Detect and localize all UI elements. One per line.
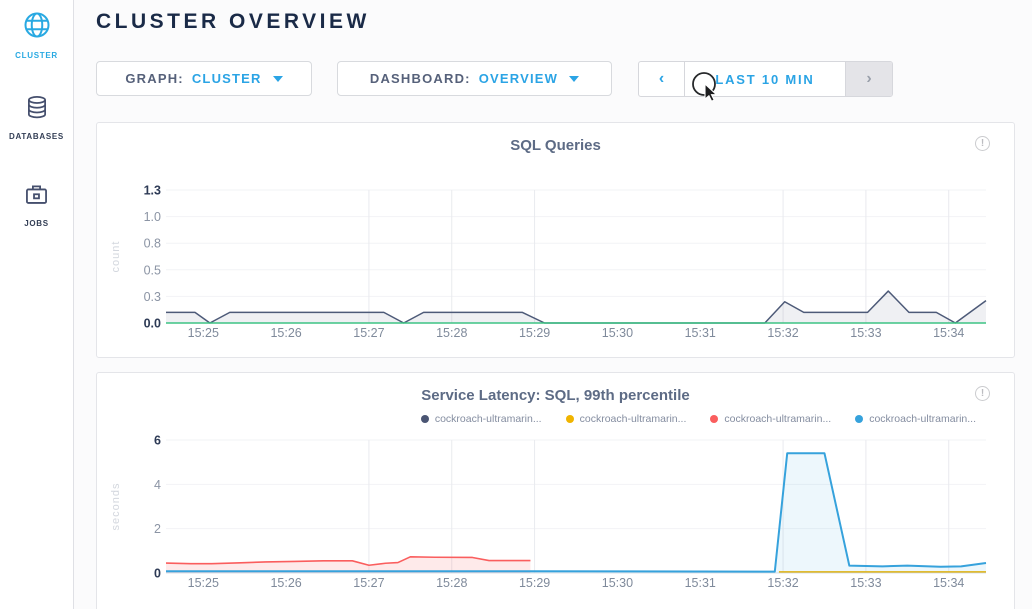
graph-dropdown[interactable]: GRAPH: CLUSTER — [96, 61, 312, 96]
time-range-prev-button[interactable]: ‹ — [639, 62, 685, 96]
sidebar-item-label: CLUSTER — [15, 51, 58, 60]
legend-dot-icon — [855, 415, 863, 423]
sidebar-item-cluster[interactable]: CLUSTER — [0, 0, 73, 60]
sql-queries-chart-card: 0.0 0.3 0.5 0.8 1.0 1.3 15:25 15:26 15:27 15:28 15… — [96, 122, 1015, 358]
legend-dot-icon — [710, 415, 718, 423]
dashboard-dropdown[interactable]: DASHBOARD: OVERVIEW — [337, 61, 612, 96]
svg-text:15:31: 15:31 — [685, 576, 716, 590]
sidebar-item-jobs[interactable]: JOBS — [0, 141, 73, 228]
svg-text:seconds: seconds — [110, 483, 122, 531]
sidebar: CLUSTER DATABASES JOBS — [0, 0, 74, 609]
svg-text:15:33: 15:33 — [850, 326, 881, 340]
svg-text:15:33: 15:33 — [850, 576, 881, 590]
chevron-down-icon — [569, 76, 579, 82]
legend-item[interactable]: cockroach-ultramarin... — [566, 413, 687, 425]
jobs-icon — [23, 181, 50, 213]
svg-text:15:27: 15:27 — [353, 326, 384, 340]
chart-title: Service Latency: SQL, 99th percentile — [97, 387, 1014, 404]
graph-dropdown-value: CLUSTER — [192, 71, 262, 86]
svg-text:0: 0 — [154, 567, 161, 581]
svg-text:0.0: 0.0 — [144, 317, 161, 331]
cluster-overview-page: CLUSTER DATABASES JOBS — [0, 0, 1032, 609]
chevron-down-icon — [273, 76, 283, 82]
svg-text:15:27: 15:27 — [353, 576, 384, 590]
chevron-right-icon: › — [866, 70, 871, 88]
legend-label: cockroach-ultramarin... — [435, 413, 542, 425]
legend-item[interactable]: cockroach-ultramarin... — [710, 413, 831, 425]
svg-text:15:29: 15:29 — [519, 576, 550, 590]
legend-item[interactable]: cockroach-ultramarin... — [855, 413, 976, 425]
svg-text:1.0: 1.0 — [144, 210, 161, 224]
svg-text:0.5: 0.5 — [144, 263, 161, 277]
page-title: CLUSTER OVERVIEW — [96, 10, 370, 34]
svg-text:15:25: 15:25 — [188, 326, 219, 340]
svg-text:count: count — [110, 241, 122, 273]
svg-text:15:32: 15:32 — [767, 576, 798, 590]
legend-dot-icon — [421, 415, 429, 423]
svg-text:1.3: 1.3 — [144, 184, 161, 198]
time-range-next-button[interactable]: › — [845, 62, 892, 96]
dashboard-dropdown-value: OVERVIEW — [479, 71, 558, 86]
legend-item[interactable]: cockroach-ultramarin... — [421, 413, 542, 425]
svg-text:15:29: 15:29 — [519, 326, 550, 340]
legend-label: cockroach-ultramarin... — [869, 413, 976, 425]
legend-dot-icon — [566, 415, 574, 423]
svg-text:15:34: 15:34 — [933, 326, 964, 340]
chart-legend: cockroach-ultramarin... cockroach-ultrama… — [421, 413, 976, 425]
svg-text:15:26: 15:26 — [270, 326, 301, 340]
chart-title: SQL Queries — [97, 137, 1014, 154]
svg-text:15:28: 15:28 — [436, 326, 467, 340]
chevron-left-icon: ‹ — [659, 70, 664, 88]
svg-text:15:31: 15:31 — [685, 326, 716, 340]
svg-text:15:28: 15:28 — [436, 576, 467, 590]
databases-icon — [24, 94, 50, 126]
globe-icon — [22, 10, 52, 45]
sql-queries-chart[interactable]: 0.0 0.3 0.5 0.8 1.0 1.3 15:25 15:26 15:27 15:28 15… — [97, 123, 1016, 359]
dashboard-dropdown-label: DASHBOARD: — [370, 71, 471, 86]
svg-text:6: 6 — [154, 434, 161, 448]
sidebar-item-label: JOBS — [24, 219, 49, 228]
info-icon[interactable]: ! — [975, 386, 990, 401]
service-latency-chart-card: 0 2 4 6 15:25 15:26 15:27 15:28 15:29 15:30 15:31 1… — [96, 372, 1015, 609]
time-range-label[interactable]: LAST 10 MIN — [685, 62, 845, 96]
service-latency-chart[interactable]: 0 2 4 6 15:25 15:26 15:27 15:28 15:29 15:30 15:31 1… — [97, 373, 1016, 609]
time-range-selector: ‹ LAST 10 MIN › — [638, 61, 893, 97]
svg-text:15:25: 15:25 — [188, 576, 219, 590]
svg-text:0.3: 0.3 — [144, 290, 161, 304]
svg-text:15:34: 15:34 — [933, 576, 964, 590]
graph-dropdown-label: GRAPH: — [125, 71, 183, 86]
svg-text:4: 4 — [154, 478, 161, 492]
legend-label: cockroach-ultramarin... — [724, 413, 831, 425]
svg-text:0.8: 0.8 — [144, 237, 161, 251]
legend-label: cockroach-ultramarin... — [580, 413, 687, 425]
sidebar-item-databases[interactable]: DATABASES — [0, 60, 73, 141]
svg-text:15:26: 15:26 — [270, 576, 301, 590]
sidebar-item-label: DATABASES — [9, 132, 64, 141]
svg-text:2: 2 — [154, 522, 161, 536]
svg-text:15:32: 15:32 — [767, 326, 798, 340]
svg-text:15:30: 15:30 — [602, 576, 633, 590]
svg-text:15:30: 15:30 — [602, 326, 633, 340]
info-icon[interactable]: ! — [975, 136, 990, 151]
